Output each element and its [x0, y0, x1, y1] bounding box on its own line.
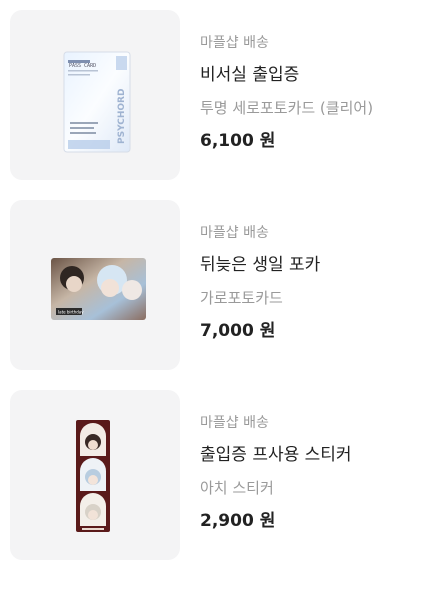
product-option: 가로포토카드: [200, 289, 283, 307]
product-price: 6,100 원: [200, 131, 276, 151]
product-card-birthday-photocard[interactable]: late birthday 마플샵 배송 뒤늦은 생일 포카 가로포토카드 7,…: [0, 190, 425, 370]
product-title[interactable]: 뒤늦은 생일 포카: [200, 253, 420, 277]
product-title[interactable]: 비서실 출입증: [200, 63, 420, 87]
product-price: 7,000 원: [200, 321, 276, 341]
product-option: 아치 스티커: [200, 479, 274, 497]
product-card-pass-card[interactable]: PASS CARD PSYCHORD 마플샵 배송 비서실 출입증 투명 세로포…: [0, 0, 425, 180]
product-card-arch-sticker[interactable]: 마플샵 배송 출입증 프사용 스티커 아치 스티커 2,900 원: [0, 380, 425, 560]
product-info: 마플샵 배송 뒤늦은 생일 포카 가로포토카드 7,000 원: [200, 220, 420, 343]
product-option: 투명 세로포토카드 (클리어): [200, 99, 374, 117]
card-heading: PASS CARD: [69, 63, 96, 69]
horizontal-photocard-image: late birthday: [51, 258, 146, 320]
product-thumbnail[interactable]: late birthday: [10, 200, 180, 370]
arch-sticker-image: [76, 420, 110, 532]
shipping-label: 마플샵 배송: [200, 35, 269, 51]
product-list: PASS CARD PSYCHORD 마플샵 배송 비서실 출입증 투명 세로포…: [0, 0, 425, 596]
shipping-label: 마플샵 배송: [200, 225, 269, 241]
product-thumbnail[interactable]: [10, 390, 180, 560]
product-info: 마플샵 배송 비서실 출입증 투명 세로포토카드 (클리어) 6,100 원: [200, 30, 420, 153]
product-price: 2,900 원: [200, 511, 276, 531]
card-side-text: PSYCHORD: [117, 89, 127, 144]
product-thumbnail[interactable]: PASS CARD PSYCHORD: [10, 10, 180, 180]
vertical-photocard-image: PASS CARD PSYCHORD: [63, 51, 131, 153]
card-caption: late birthday: [58, 310, 84, 315]
shipping-label: 마플샵 배송: [200, 415, 269, 431]
product-info: 마플샵 배송 출입증 프사용 스티커 아치 스티커 2,900 원: [200, 410, 420, 533]
product-title[interactable]: 출입증 프사용 스티커: [200, 443, 420, 467]
